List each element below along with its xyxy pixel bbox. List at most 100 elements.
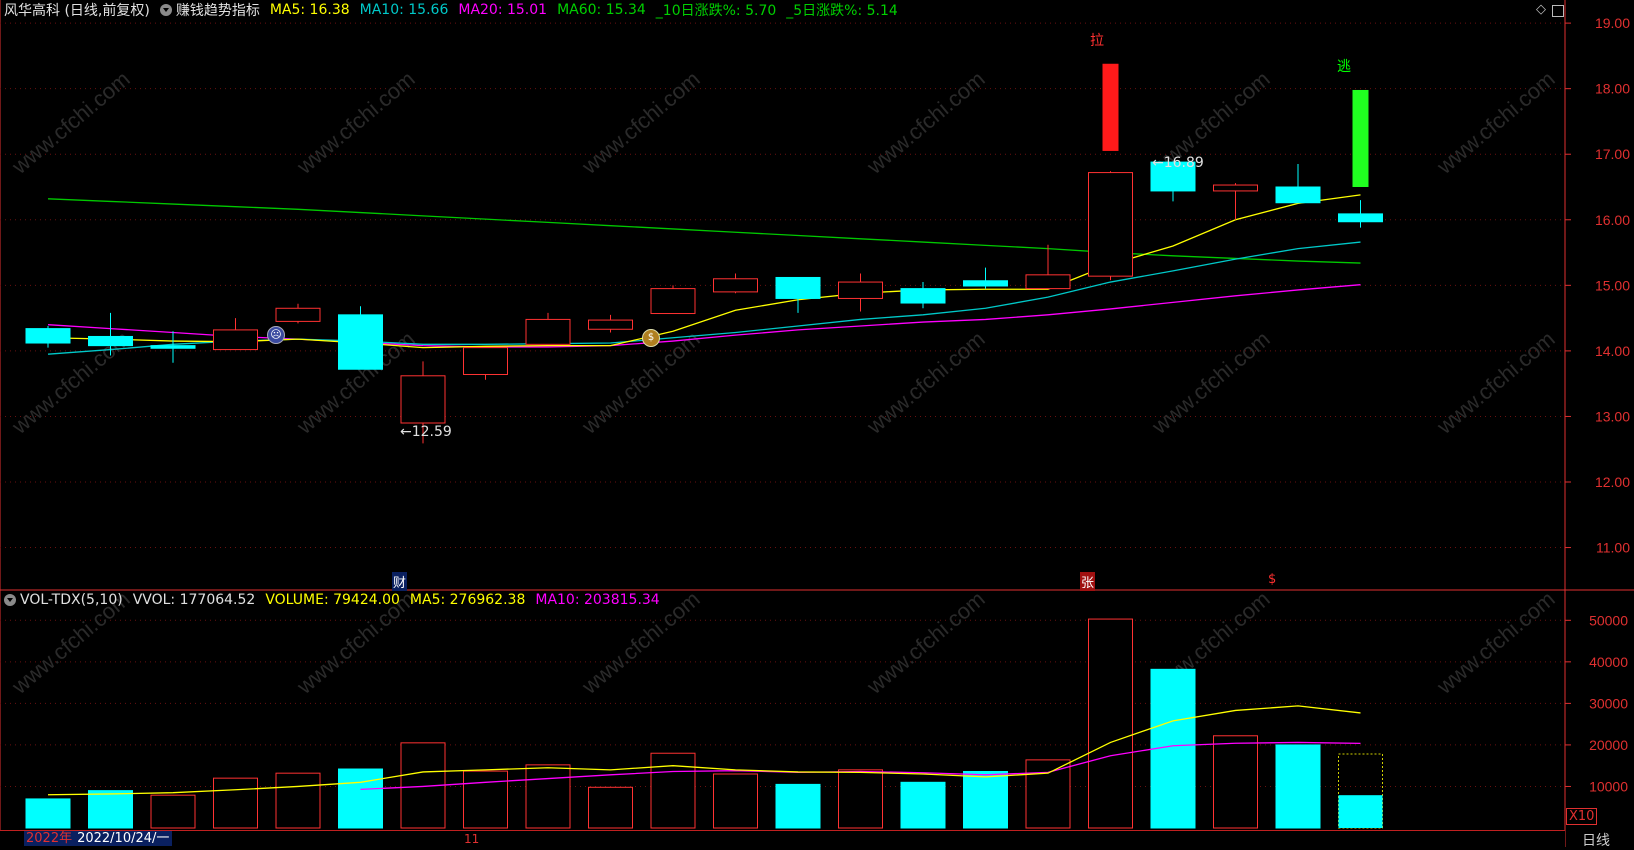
vol-ma10-value: MA10: 203815.34 [535,592,660,608]
volume-bar [1088,618,1133,829]
event-s-marker[interactable]: $ [1268,572,1276,587]
high-price-label: ←16.89 [1152,155,1204,171]
volume-bar [1025,759,1071,829]
money-bag-icon[interactable]: $ [642,329,660,347]
watermark-text: www.cfchi.com [861,326,989,439]
change-5d-value: _5日涨跌%: 5.14 [786,3,898,19]
candle-body [275,307,321,322]
event-cai-marker[interactable]: 财 [392,572,408,591]
kline-chart-window[interactable]: www.cfchi.com www.cfchi.com www.cfchi.com w… [0,0,1634,850]
low-price-label: ←12.59 [400,424,452,440]
candle-body [25,328,71,344]
ma10-value: MA10: 15.66 [359,2,449,18]
volume-indicator-dropdown[interactable]: VOL-TDX(5,10) [4,592,123,608]
watermark-text: www.cfchi.com [861,66,989,179]
change-10d-value: _10日涨跌%: 5.70 [655,3,777,19]
date-cursor: 2022年 2022/10/24/一 [24,831,173,847]
date-label: 2022/10/24/一 [74,831,173,846]
signal-la-label: 拉 [1090,33,1104,49]
indicator-name: 赚钱趋势指标 [175,3,260,19]
price-tick-label: 17.00 [1595,146,1630,162]
chevron-down-icon[interactable] [159,4,172,16]
candle-body [713,278,758,293]
month-tick-label: 11 [464,832,480,846]
price-tick-label: 15.00 [1595,277,1630,293]
watermark-text: www.cfchi.com [1146,326,1274,439]
ma20-value: MA20: 15.01 [458,2,548,18]
volume-bar [963,771,1008,829]
candle-body [400,375,446,424]
ma60-value: MA60: 15.34 [557,2,646,18]
vvol-value: VVOL: 177064.52 [132,592,256,608]
volume-bar [838,769,883,829]
event-zhang-marker[interactable]: 张 [1080,572,1096,591]
ma5-line [47,194,1361,349]
candle-body [525,318,571,345]
watermark-text: www.cfchi.com [6,66,134,179]
volume-tick-label: 20000 [1589,737,1628,753]
volume-bar [650,752,696,829]
chevron-down-icon[interactable] [4,594,16,606]
candle-body [963,280,1008,287]
watermark-text: www.cfchi.com [1431,326,1559,439]
price-tick-label: 16.00 [1595,212,1630,228]
volume-bar [275,772,321,829]
watermark-text: www.cfchi.com [291,66,419,179]
candle-body [463,347,508,375]
watermark-text: www.cfchi.com [576,66,704,179]
time-axis[interactable] [0,830,1565,848]
candle-body [338,314,383,370]
stock-title: 风华高科 (日线,前复权) [4,3,150,19]
scale-x10-badge[interactable]: X10 [1566,808,1598,825]
volume-bar [25,798,71,829]
watermark-text: www.cfchi.com [861,586,989,699]
diamond-icon[interactable]: ◇ [1536,2,1546,17]
price-chart[interactable]: www.cfchi.com www.cfchi.com www.cfchi.com w… [0,0,1634,847]
ma60-line [47,198,1361,264]
candle-body [213,329,258,351]
volume-bar [463,770,508,829]
volume-bar [588,786,633,829]
panel-toggle-icon[interactable] [1552,5,1564,17]
volume-bar [338,768,383,829]
volume-tick-label: 50000 [1589,612,1628,628]
signal-bar-tao [1352,89,1369,187]
candle-body [650,288,696,315]
price-tick-label: 18.00 [1595,81,1630,97]
price-tick-label: 12.00 [1595,474,1630,490]
volume-bar [713,773,758,829]
volume-title: VOL-TDX(5,10) [20,592,123,608]
vol-ma5-value: MA5: 276962.38 [409,592,526,608]
ma5-value: MA5: 16.38 [269,2,350,18]
sad-face-icon[interactable]: ☹ [267,326,285,344]
year-label: 2022年 [24,831,75,846]
volume-tick-label: 40000 [1589,654,1628,670]
candle-body [838,281,883,299]
candle-body [1025,274,1071,290]
window-controls: ◇ [1536,2,1564,17]
watermark-text: www.cfchi.com [1431,66,1559,179]
candle-body [588,319,633,330]
price-tick-label: 13.00 [1595,408,1630,424]
volume-value: VOLUME: 79424.00 [265,592,400,608]
volume-tick-label: 10000 [1589,778,1628,794]
candle-body [1338,213,1383,223]
signal-bar-la [1102,63,1119,151]
watermark-text: www.cfchi.com [1431,586,1559,699]
volume-bar [1275,744,1321,829]
volume-bar [900,781,946,829]
indicator-dropdown[interactable]: 赚钱趋势指标 [159,0,260,20]
price-header: 风华高科 (日线,前复权) 赚钱趋势指标 MA5: 16.38 MA10: 15… [4,0,898,20]
volume-tick-label: 30000 [1589,695,1628,711]
signal-tao-label: 逃 [1337,59,1351,75]
candle-body [775,276,821,299]
volume-header: VOL-TDX(5,10) VVOL: 177064.52 VOLUME: 79… [4,592,660,608]
volume-bar [88,790,133,829]
candle-body [900,288,946,304]
volume-bar [775,783,821,829]
candle-body [1275,186,1321,204]
candle-body [1213,184,1258,192]
candle-body [88,335,133,347]
period-selector[interactable]: 日线 [1582,830,1610,850]
volume-bar [213,777,258,829]
